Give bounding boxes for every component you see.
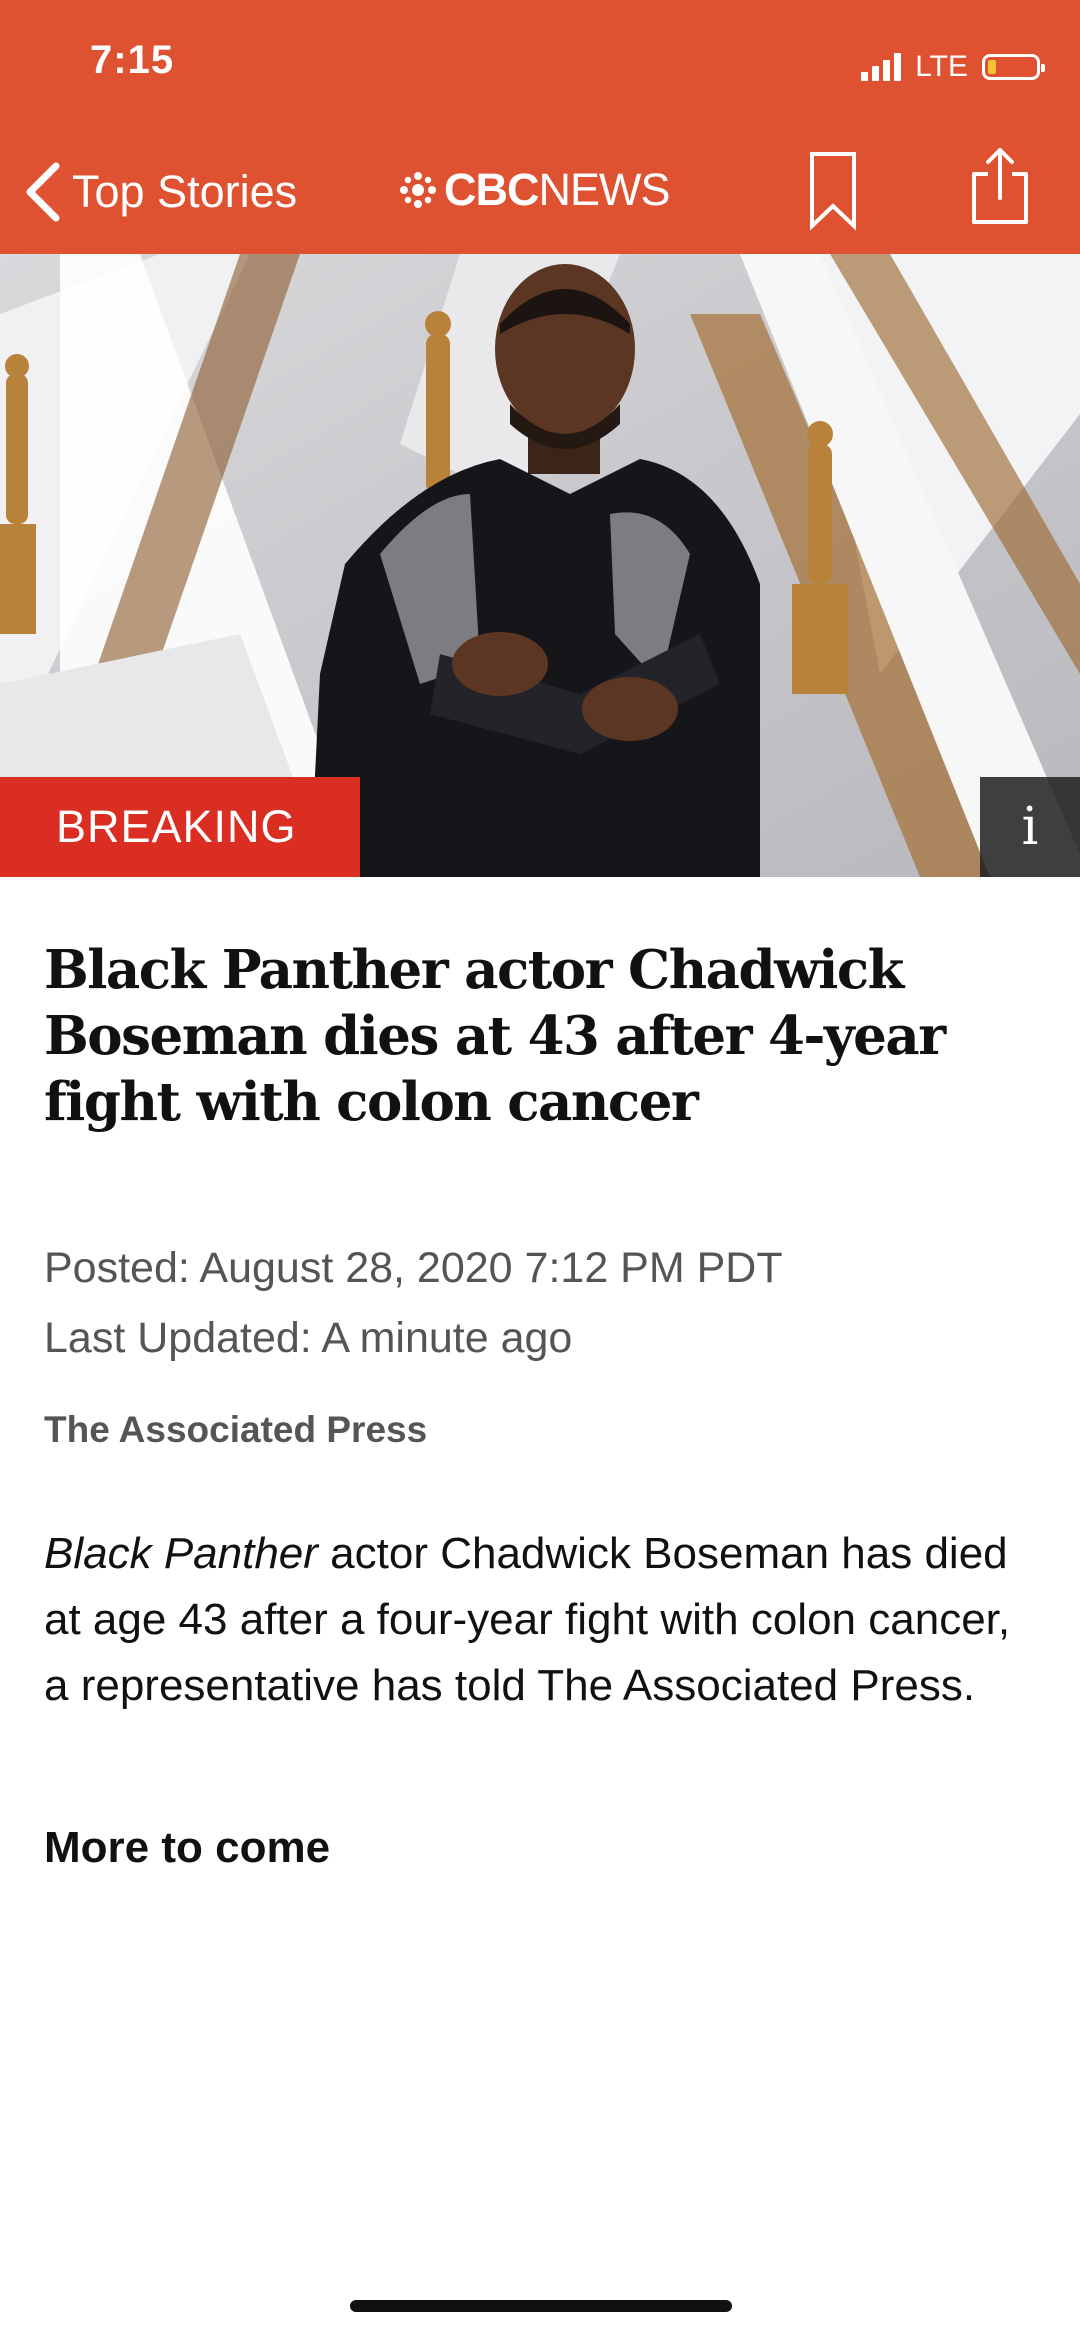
article-content: Black Panther actor Chadwick Boseman die… [44,877,1034,1873]
article-screen: 7:15 LTE Top Stories CBC NEWS BREAKING i… [0,0,1080,2338]
status-time: 7:15 [90,38,175,82]
more-to-come: More to come [44,1823,331,1872]
image-info-button[interactable]: i [980,777,1080,877]
hero-image: BREAKING i [0,254,1080,877]
article-meta: Posted: August 28, 2020 7:12 PM PDT Last… [44,1233,1034,1373]
battery-icon [982,54,1045,80]
app-header: 7:15 LTE Top Stories CBC NEWS [0,0,1080,254]
title-emphasis: Black Panther [44,1529,318,1578]
article-headline: Black Panther actor Chadwick Boseman die… [44,939,946,1133]
bookmark-icon [810,152,856,231]
share-icon [972,148,1028,224]
bookmark-button[interactable] [808,150,858,232]
cbc-news-logo: CBC NEWS [400,162,671,218]
logo-news-text: NEWS [538,164,671,215]
back-label: Top Stories [72,166,298,217]
breaking-badge: BREAKING [0,777,360,877]
cbc-gem-logo-icon [400,172,436,208]
article-byline: The Associated Press [44,1409,428,1450]
posted-date: Posted: August 28, 2020 7:12 PM PDT [44,1244,783,1292]
article-paragraph: Black Panther actor Chadwick Boseman has… [44,1521,1034,1719]
home-indicator[interactable] [350,2300,732,2312]
status-indicators: LTE [861,44,1045,90]
share-button[interactable] [968,146,1032,226]
last-updated: Last Updated: A minute ago [44,1314,573,1362]
back-button[interactable]: Top Stories [22,160,297,224]
chevron-left-icon [26,162,60,222]
logo-cbc-text: CBC [444,164,539,215]
signal-icon [861,53,905,81]
network-type: LTE [915,50,968,83]
